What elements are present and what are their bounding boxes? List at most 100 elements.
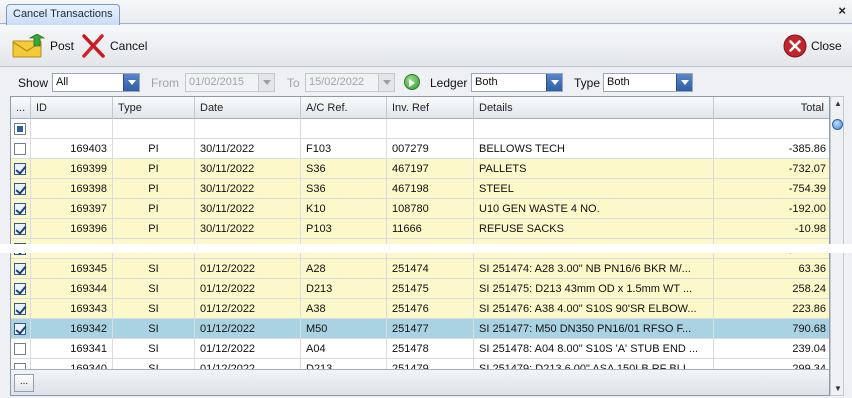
- filter-cell[interactable]: [387, 119, 474, 139]
- row-select-cell: [11, 279, 31, 299]
- to-date-field[interactable]: 15/02/2022: [305, 73, 395, 92]
- cell-id: 169403: [31, 139, 113, 159]
- row-checkbox[interactable]: [14, 143, 26, 155]
- cancel-button[interactable]: Cancel: [80, 33, 147, 59]
- cell-date: 01/12/2022: [195, 259, 301, 279]
- cell-id: 169398: [31, 179, 113, 199]
- row-checkbox[interactable]: [14, 303, 26, 315]
- post-button[interactable]: Post: [12, 33, 74, 59]
- chevron-down-icon[interactable]: [546, 74, 562, 91]
- ledger-select[interactable]: Both: [471, 73, 563, 92]
- row-checkbox[interactable]: [14, 263, 26, 275]
- tab-cancel-transactions[interactable]: Cancel Transactions: [6, 4, 120, 25]
- scroll-up-icon[interactable]: ▲: [833, 99, 843, 108]
- cell-ac: D213: [301, 279, 387, 299]
- cell-type: PI: [113, 199, 195, 219]
- filter-cell[interactable]: [195, 119, 301, 139]
- cell-details: PALLETS: [474, 159, 714, 179]
- cell-inv: 251475: [387, 279, 474, 299]
- chevron-down-icon[interactable]: [378, 74, 394, 91]
- filter-cell[interactable]: [113, 119, 195, 139]
- row-select-cell: [11, 339, 31, 359]
- table-row[interactable]: 169396 PI 30/11/2022 P103 11666 REFUSE SACKS -…: [11, 219, 829, 239]
- row-checkbox[interactable]: [14, 323, 26, 335]
- table-row[interactable]: 169343 SI 01/12/2022 A38 251476 SI 251476: A3…: [11, 299, 829, 319]
- cell-ac: M50: [301, 319, 387, 339]
- cell-details: SI 251475: D213 43mm OD x 1.5mm WT ...: [474, 279, 714, 299]
- column-header-date[interactable]: Date: [195, 97, 301, 119]
- type-select[interactable]: Both: [603, 73, 693, 92]
- cell-total: -10.98: [794, 223, 826, 235]
- table-row[interactable]: 169398 PI 30/11/2022 S36 467198 STEEL -754.39: [11, 179, 829, 199]
- chevron-down-icon[interactable]: [676, 74, 692, 91]
- select-all-row: [11, 119, 829, 139]
- envelope-arrow-icon: [12, 34, 46, 58]
- cell-details: SI 251474: A28 3.00" NB PN16/6 BKR M/...: [474, 259, 714, 279]
- table-row[interactable]: 169397 PI 30/11/2022 K10 108780 U10 GEN WASTE…: [11, 199, 829, 219]
- cell-date: 01/12/2022: [195, 279, 301, 299]
- cell-details: STEEL: [474, 179, 714, 199]
- cell-total: -732.07: [788, 163, 826, 175]
- close-button[interactable]: Close: [783, 33, 842, 59]
- chevron-down-icon[interactable]: [123, 74, 139, 91]
- row-select-cell: [11, 219, 31, 239]
- cell-type: PI: [113, 159, 195, 179]
- post-label: Post: [50, 39, 75, 53]
- close-circle-icon: [783, 34, 807, 58]
- cell-date: 30/11/2022: [195, 199, 301, 219]
- cell-inv: 251477: [387, 319, 474, 339]
- cell-type: SI: [113, 279, 195, 299]
- row-checkbox[interactable]: [14, 283, 26, 295]
- row-checkbox[interactable]: [14, 183, 26, 195]
- chevron-down-icon[interactable]: [258, 74, 274, 91]
- column-header-inv-ref[interactable]: Inv. Ref: [387, 97, 474, 119]
- cell-date: 01/12/2022: [195, 299, 301, 319]
- cell-ac: A38: [301, 299, 387, 319]
- column-header-select[interactable]: ...: [11, 97, 31, 119]
- go-arrow-icon[interactable]: [404, 74, 420, 90]
- scroll-thumb[interactable]: [832, 119, 843, 130]
- cell-inv: 251476: [387, 299, 474, 319]
- show-select-value: All: [56, 76, 69, 88]
- cell-ac: S36: [301, 179, 387, 199]
- column-header-type[interactable]: Type: [113, 97, 195, 119]
- column-header-ac-ref[interactable]: A/C Ref.: [301, 97, 387, 119]
- row-checkbox[interactable]: [14, 343, 26, 355]
- table-row[interactable]: 169345 SI 01/12/2022 A28 251474 SI 251474: A2…: [11, 259, 829, 279]
- tab-strip: Cancel Transactions ×: [0, 0, 852, 25]
- row-checkbox[interactable]: [14, 163, 26, 175]
- cell-ac: P103: [301, 219, 387, 239]
- grid-footer-button[interactable]: ...: [14, 374, 34, 392]
- scroll-down-icon[interactable]: ▼: [833, 384, 843, 393]
- table-row[interactable]: 169344 SI 01/12/2022 D213 251475 SI 251475: D…: [11, 279, 829, 299]
- table-row[interactable]: 169341 SI 01/12/2022 A04 251478 SI 251478: A0…: [11, 339, 829, 359]
- cell-id: 169344: [31, 279, 113, 299]
- table-row[interactable]: 169342 SI 01/12/2022 M50 251477 SI 251477: M5…: [11, 319, 829, 339]
- column-header-id[interactable]: ID: [31, 97, 113, 119]
- cell-details: SI 251476: A38 4.00" S10S 90'SR ELBOW...: [474, 299, 714, 319]
- column-header-details[interactable]: Details: [474, 97, 714, 119]
- filter-cell[interactable]: [474, 119, 714, 139]
- filter-cell[interactable]: [301, 119, 387, 139]
- to-date-value: 15/02/2022: [309, 76, 365, 88]
- row-checkbox[interactable]: [14, 203, 26, 215]
- cell-date: 01/12/2022: [195, 339, 301, 359]
- from-date-field[interactable]: 01/02/2015: [185, 73, 275, 92]
- filter-cell[interactable]: [31, 119, 113, 139]
- select-all-checkbox[interactable]: [14, 123, 26, 135]
- filter-cell[interactable]: [714, 119, 829, 139]
- filter-bar: Show All From 01/02/2015 To 15/02/2022 L…: [0, 68, 852, 96]
- tab-close-icon[interactable]: ×: [838, 3, 846, 18]
- row-select-cell: [11, 139, 31, 159]
- cell-total: 239.04: [792, 343, 826, 355]
- row-checkbox[interactable]: [14, 223, 26, 235]
- table-row[interactable]: 169399 PI 30/11/2022 S36 467197 PALLETS -732.0…: [11, 159, 829, 179]
- show-select[interactable]: All: [52, 73, 140, 92]
- cell-inv: 467197: [387, 159, 474, 179]
- row-select-cell: [11, 259, 31, 279]
- table-row[interactable]: 169403 PI 30/11/2022 F103 007279 BELLOWS TECH…: [11, 139, 829, 159]
- column-header-total[interactable]: Total: [714, 97, 829, 119]
- cell-date: 01/12/2022: [195, 319, 301, 339]
- cell-type: PI: [113, 219, 195, 239]
- cell-total: -192.00: [788, 203, 826, 215]
